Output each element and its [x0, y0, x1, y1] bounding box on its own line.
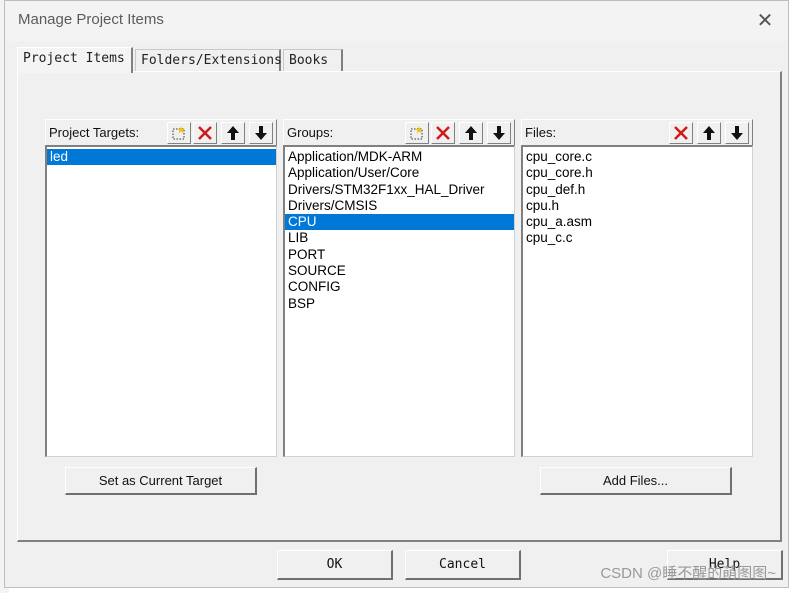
- list-item[interactable]: CPU: [285, 214, 514, 231]
- move-up-icon: [465, 126, 477, 140]
- project-targets-group: Project Targets: led: [45, 119, 277, 457]
- ok-button[interactable]: OK: [277, 550, 393, 580]
- list-item[interactable]: cpu_core.c: [523, 149, 752, 165]
- list-item[interactable]: CONFIG: [285, 279, 514, 295]
- move-down-group-button[interactable]: [487, 122, 511, 144]
- cancel-button[interactable]: Cancel: [405, 550, 521, 580]
- move-down-icon: [731, 126, 743, 140]
- groups-label: Groups:: [287, 125, 334, 140]
- files-group: Files: cpu_core.c cpu_core.h cpu_def.h c…: [521, 119, 753, 457]
- close-icon[interactable]: ✕: [752, 9, 778, 35]
- project-targets-list[interactable]: led: [45, 145, 277, 457]
- move-down-target-button[interactable]: [249, 122, 273, 144]
- delete-group-button[interactable]: [431, 122, 455, 144]
- move-up-icon: [703, 126, 715, 140]
- groups-group: Groups: Application/MDK-ARM Application/…: [283, 119, 515, 457]
- list-item[interactable]: BSP: [285, 296, 514, 312]
- list-item[interactable]: Drivers/CMSIS: [285, 198, 514, 214]
- list-item[interactable]: cpu_a.asm: [523, 214, 752, 230]
- move-up-target-button[interactable]: [221, 122, 245, 144]
- files-list[interactable]: cpu_core.c cpu_core.h cpu_def.h cpu.h cp…: [521, 145, 753, 457]
- list-item[interactable]: PORT: [285, 247, 514, 263]
- manage-project-items-dialog: Manage Project Items ✕ Project Items Fol…: [4, 0, 789, 588]
- groups-list[interactable]: Application/MDK-ARM Application/User/Cor…: [283, 145, 515, 457]
- delete-file-button[interactable]: [669, 122, 693, 144]
- list-item[interactable]: led: [47, 149, 276, 166]
- new-target-button[interactable]: [167, 122, 191, 144]
- new-item-icon: [410, 126, 423, 140]
- tab-folders-extensions[interactable]: Folders/Extensions: [135, 49, 282, 71]
- watermark: CSDN @睡不醒的萌图图~: [600, 565, 776, 582]
- list-item[interactable]: cpu_c.c: [523, 230, 752, 246]
- list-item[interactable]: Application/User/Core: [285, 165, 514, 181]
- list-item[interactable]: cpu_core.h: [523, 165, 752, 181]
- list-item[interactable]: Drivers/STM32F1xx_HAL_Driver: [285, 182, 514, 198]
- files-label: Files:: [525, 125, 557, 140]
- files-header: Files:: [521, 119, 753, 145]
- delete-target-button[interactable]: [193, 122, 217, 144]
- move-down-icon: [493, 126, 505, 140]
- list-item[interactable]: LIB: [285, 230, 514, 246]
- delete-icon: [436, 126, 450, 140]
- delete-icon: [198, 126, 212, 140]
- project-targets-header: Project Targets:: [45, 119, 277, 145]
- list-item[interactable]: cpu.h: [523, 198, 752, 214]
- tab-books[interactable]: Books: [283, 49, 343, 71]
- move-down-icon: [255, 126, 267, 140]
- move-up-icon: [227, 126, 239, 140]
- list-item[interactable]: cpu_def.h: [523, 182, 752, 198]
- tab-project-items[interactable]: Project Items: [17, 47, 133, 73]
- move-up-group-button[interactable]: [459, 122, 483, 144]
- groups-header: Groups:: [283, 119, 515, 145]
- move-down-file-button[interactable]: [725, 122, 749, 144]
- add-files-button[interactable]: Add Files...: [540, 467, 732, 495]
- title-bar: Manage Project Items ✕: [5, 1, 788, 41]
- project-targets-label: Project Targets:: [49, 125, 140, 140]
- set-current-target-button[interactable]: Set as Current Target: [65, 467, 257, 495]
- list-item[interactable]: SOURCE: [285, 263, 514, 279]
- dialog-title: Manage Project Items: [18, 11, 164, 28]
- delete-icon: [674, 126, 688, 140]
- new-item-icon: [172, 126, 185, 140]
- move-up-file-button[interactable]: [697, 122, 721, 144]
- new-group-button[interactable]: [405, 122, 429, 144]
- list-item[interactable]: Application/MDK-ARM: [285, 149, 514, 165]
